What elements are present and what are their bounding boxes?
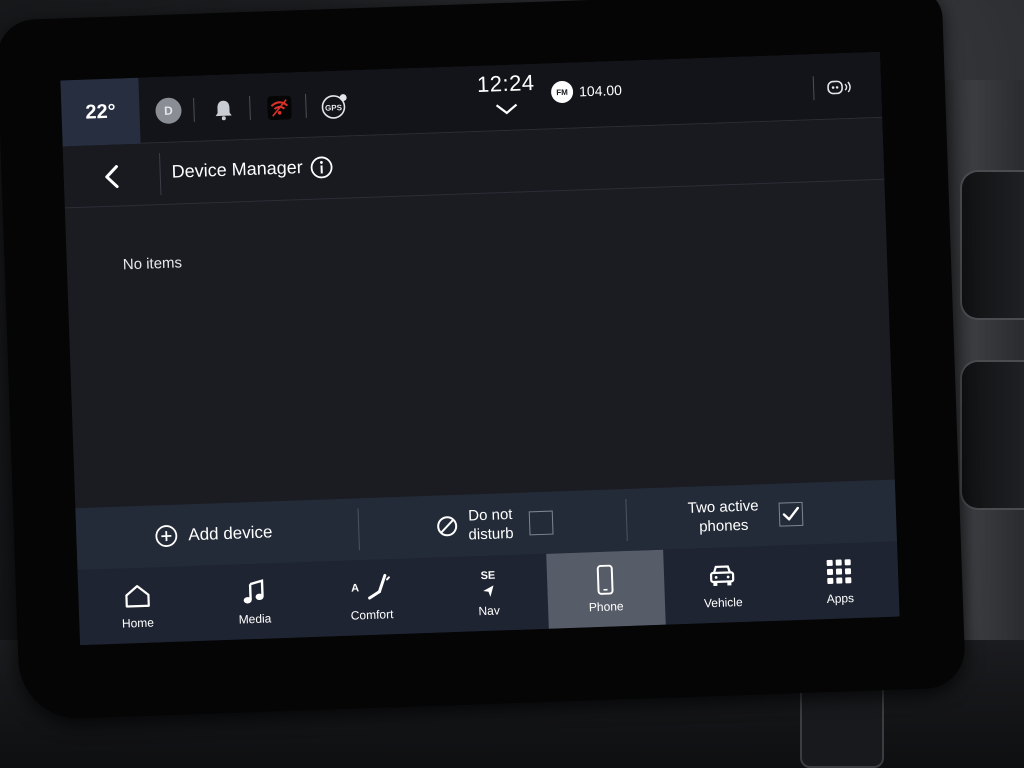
temperature-value: 22°	[85, 100, 117, 124]
divider	[625, 498, 628, 541]
device-list: No items	[65, 180, 895, 508]
radio-band: FM	[556, 87, 569, 97]
svg-text:GPS: GPS	[325, 103, 343, 113]
bell-icon[interactable]	[209, 95, 238, 124]
do-not-disturb-icon	[437, 516, 458, 537]
wifi-disabled-icon[interactable]	[265, 93, 294, 122]
nav-label-nav: Nav	[478, 602, 501, 618]
climate-control-panel	[800, 680, 884, 768]
nav-direction-badge: SE	[480, 569, 496, 582]
nav-item-media[interactable]: Media	[195, 562, 315, 641]
infotainment-screen: 22° D GPS 12:24 FM 104.00 Device Manager…	[60, 51, 900, 646]
divider	[812, 76, 815, 101]
empty-list-message: No items	[122, 254, 183, 274]
info-icon	[310, 156, 333, 179]
add-device-label: Add device	[187, 522, 273, 545]
page-title: Device Manager	[171, 157, 303, 182]
radio-frequency: 104.00	[578, 81, 623, 100]
temperature-display[interactable]: 22°	[60, 77, 141, 147]
fm-badge: FM	[550, 80, 574, 104]
do-not-disturb-checkbox[interactable]	[528, 510, 554, 536]
two-active-line2: phones	[698, 516, 749, 536]
divider	[158, 153, 162, 196]
info-button[interactable]	[307, 153, 336, 182]
do-not-disturb-toggle[interactable]: Do not disturb	[435, 492, 554, 558]
nav-label-media: Media	[238, 610, 272, 627]
compass-arrow-icon: SE	[480, 569, 497, 598]
nav-item-vehicle[interactable]: Vehicle	[663, 546, 783, 625]
nav-label-vehicle: Vehicle	[703, 594, 743, 610]
nav-item-apps[interactable]: Apps	[780, 542, 900, 621]
nav-label-phone: Phone	[588, 598, 624, 614]
nav-item-phone[interactable]: Phone	[545, 549, 666, 629]
two-active-line1: Two active	[687, 497, 759, 517]
divider	[249, 95, 251, 120]
two-active-phones-checkbox[interactable]	[778, 501, 804, 527]
nav-item-home[interactable]: Home	[77, 566, 197, 645]
gps-icon[interactable]: GPS	[319, 91, 350, 120]
divider	[357, 508, 360, 551]
chevron-down-icon[interactable]	[493, 100, 520, 117]
nav-item-comfort[interactable]: A Comfort	[312, 558, 432, 637]
clock[interactable]: 12:24	[460, 69, 551, 98]
seat-icon: A	[351, 573, 392, 602]
radio-status[interactable]: FM 104.00	[550, 79, 623, 104]
chevron-left-icon	[105, 165, 119, 189]
add-device-button[interactable]: Add device	[153, 501, 273, 567]
car-icon	[708, 561, 737, 590]
phone-icon	[596, 564, 615, 595]
do-not-disturb-line2: disturb	[468, 524, 514, 544]
back-button[interactable]	[91, 158, 132, 195]
voice-assistant-icon[interactable]	[823, 74, 856, 103]
comfort-auto-badge: A	[350, 581, 360, 595]
checkmark-icon	[782, 506, 799, 521]
apps-grid-icon	[826, 557, 853, 586]
divider	[305, 93, 307, 118]
profile-initial: D	[163, 103, 174, 118]
do-not-disturb-line1: Do not	[467, 505, 513, 525]
nav-label-apps: Apps	[826, 590, 855, 606]
two-active-phones-toggle[interactable]: Two active phones	[687, 483, 804, 549]
nav-item-nav[interactable]: SE Nav	[429, 554, 549, 633]
nav-label-home: Home	[121, 615, 155, 631]
home-icon	[121, 581, 152, 610]
divider	[193, 97, 195, 122]
two-active-phones-label: Two active phones	[687, 496, 759, 536]
nav-label-comfort: Comfort	[350, 606, 394, 623]
profile-avatar[interactable]: D	[155, 97, 182, 125]
plus-circle-icon	[155, 525, 178, 547]
air-vent	[960, 170, 1024, 320]
music-note-icon	[242, 577, 267, 606]
do-not-disturb-label: Do not disturb	[468, 505, 514, 545]
air-vent	[960, 360, 1024, 510]
